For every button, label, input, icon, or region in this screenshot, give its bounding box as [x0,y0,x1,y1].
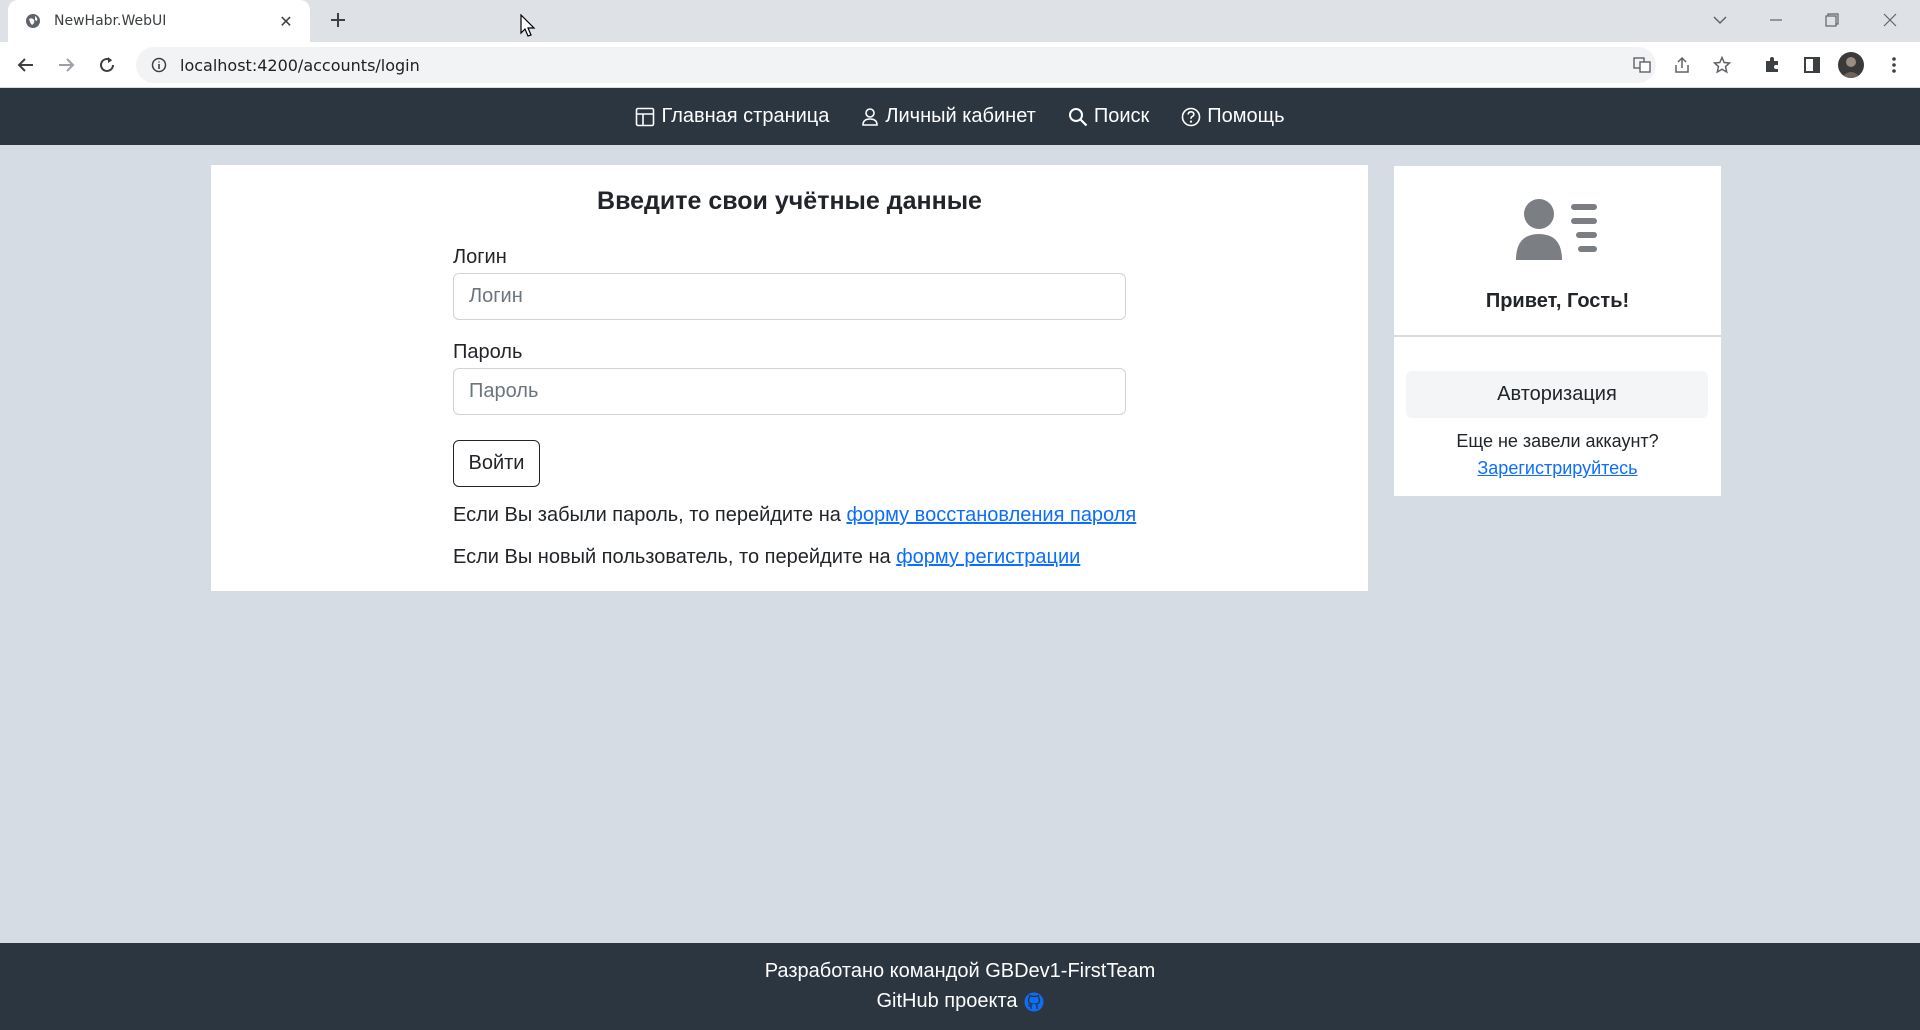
search-icon [1068,107,1088,126]
login-button[interactable]: Войти [453,440,540,487]
nav-search-label: Поиск [1093,105,1150,127]
github-icon[interactable] [1024,992,1044,1012]
person-lines-icon [1516,198,1600,265]
site-info-icon[interactable] [150,56,168,74]
forgot-password-link[interactable]: форму восстановления пароля [846,504,1136,526]
forgot-password-text: Если Вы забыли пароль, то перейдите на [453,504,847,526]
user-sidebar-card: Привет, Гость! Авторизация Еще не завели… [1394,166,1721,496]
register-form-link[interactable]: форму регистрации [896,546,1080,568]
question-circle-icon [1181,107,1201,126]
no-account-text: Еще не завели аккаунт? [1456,431,1659,451]
kebab-menu-icon[interactable] [1880,51,1908,79]
close-window-icon[interactable] [1870,6,1910,34]
login-card: Введите свои учётные данные Логин Пароль… [211,165,1368,591]
tab-title: NewHabr.WebUI [54,13,167,29]
mouse-cursor-icon [520,13,536,43]
layout-icon [636,107,655,126]
password-input[interactable] [453,368,1126,415]
person-icon [862,107,879,126]
nav-home[interactable]: Главная страница [635,105,829,128]
minimize-icon[interactable] [1756,6,1796,34]
browser-toolbar: localhost:4200/accounts/login [0,42,1920,88]
password-label: Пароль [453,341,523,363]
translate-icon[interactable] [1628,51,1656,79]
sidebar-register-link[interactable]: Зарегистрируйтесь [1394,458,1721,479]
footer-github-text: GitHub проекта [876,990,1018,1012]
browser-tabstrip: NewHabr.WebUI ✕ [0,0,1920,42]
authorization-button[interactable]: Авторизация [1406,371,1708,418]
nav-help[interactable]: Помощь [1181,105,1285,128]
extensions-icon[interactable] [1758,51,1786,79]
url-text: localhost:4200/accounts/login [180,55,420,75]
address-bar[interactable]: localhost:4200/accounts/login [136,47,1656,83]
login-label: Логин [453,246,507,268]
globe-icon [24,12,42,30]
nav-search[interactable]: Поиск [1068,105,1149,128]
forward-arrow-icon[interactable] [52,51,80,79]
bookmark-star-icon[interactable] [1708,51,1736,79]
close-tab-icon[interactable]: ✕ [276,12,296,31]
register-line: Если Вы новый пользователь, то перейдите… [453,546,1080,569]
nav-account[interactable]: Личный кабинет [861,105,1036,128]
side-panel-icon[interactable] [1798,51,1826,79]
register-text: Если Вы новый пользователь, то перейдите… [453,546,897,568]
nav-home-label: Главная страница [661,105,830,127]
nav-help-label: Помощь [1207,105,1285,127]
login-input[interactable] [453,273,1126,320]
divider [1394,335,1721,337]
back-arrow-icon[interactable] [12,51,40,79]
profile-avatar[interactable] [1838,52,1864,78]
site-navbar: Главная страница Личный кабинет Поиск По… [0,88,1920,145]
site-footer: Разработано командой GBDev1-FirstTeam Gi… [0,943,1920,1030]
footer-credits: Разработано командой GBDev1-FirstTeam [764,960,1156,982]
nav-account-label: Личный кабинет [885,105,1036,127]
browser-tab[interactable]: NewHabr.WebUI ✕ [8,0,310,42]
tab-search-icon[interactable] [1700,6,1740,34]
share-icon[interactable] [1668,51,1696,79]
greeting-text: Привет, Гость! [1485,290,1630,312]
reload-icon[interactable] [93,51,121,79]
restore-icon[interactable] [1812,6,1852,34]
footer-github: GitHub проекта [0,990,1920,1013]
new-tab-button[interactable] [324,6,352,34]
login-title: Введите свои учётные данные [597,187,982,215]
forgot-password-line: Если Вы забыли пароль, то перейдите на ф… [453,504,1136,527]
